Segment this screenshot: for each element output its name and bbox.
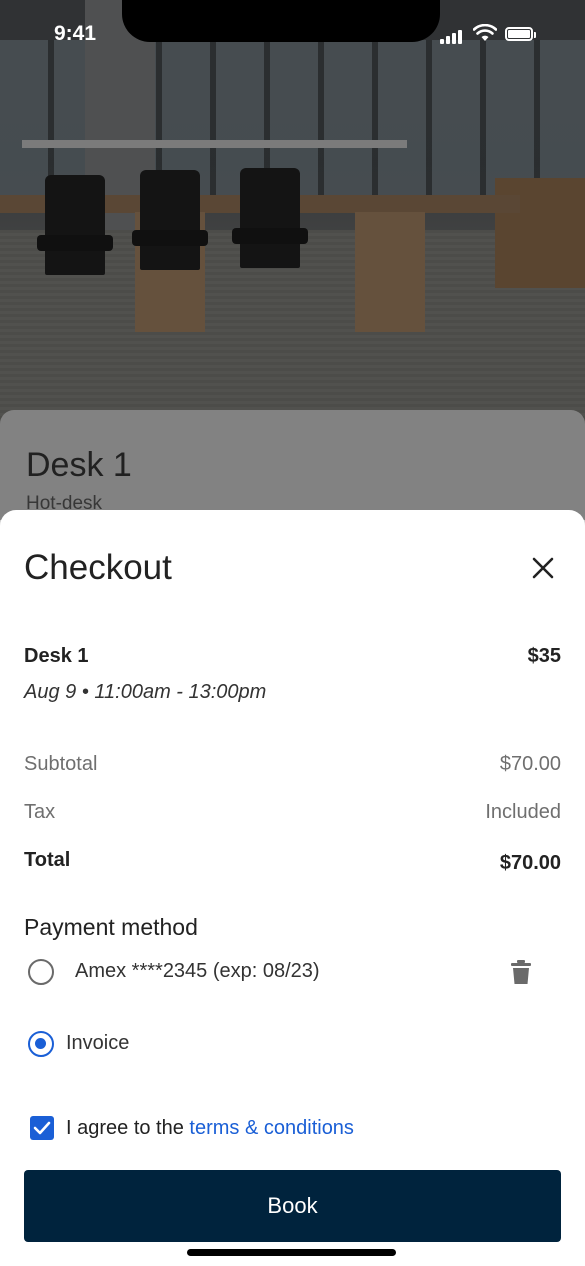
close-icon[interactable] [528, 553, 558, 583]
tax-label: Tax [24, 801, 56, 823]
tax-value: Included [485, 801, 561, 823]
payment-method-title: Payment method [24, 914, 198, 940]
total-value: $70.00 [499, 852, 561, 874]
home-indicator [187, 1249, 396, 1256]
payment-radio-invoice[interactable] [28, 1031, 54, 1057]
terms-link[interactable]: terms & conditions [189, 1117, 354, 1139]
checkout-sheet: Checkout Desk 1 $35 Aug 9 • 11:00am - 13… [0, 510, 585, 1266]
cellular-signal-icon [440, 26, 464, 44]
agree-prefix: I agree to the [66, 1117, 190, 1139]
payment-radio-amex[interactable] [28, 959, 54, 985]
total-label: Total [24, 849, 71, 871]
wifi-icon [473, 24, 497, 41]
agree-text: I agree to the terms & conditions [66, 1117, 354, 1140]
trash-icon[interactable] [511, 960, 531, 984]
check-icon [33, 1121, 51, 1135]
book-button[interactable]: Book [24, 1170, 561, 1242]
agree-checkbox[interactable] [30, 1116, 54, 1140]
subtotal-label: Subtotal [24, 753, 98, 775]
item-price: $35 [527, 645, 561, 667]
notch [122, 0, 440, 42]
sheet-title: Checkout [24, 548, 172, 587]
status-time: 9:41 [54, 22, 97, 45]
modal-overlay[interactable] [0, 0, 585, 520]
battery-icon [505, 27, 536, 41]
payment-option-amex-label[interactable]: Amex ****2345 (exp: 08/23) [75, 960, 320, 983]
status-bar: 9:41 [0, 0, 585, 70]
item-name: Desk 1 [24, 645, 89, 667]
item-datetime: Aug 9 • 11:00am - 13:00pm [24, 681, 267, 703]
subtotal-value: $70.00 [499, 753, 561, 775]
payment-option-invoice-label[interactable]: Invoice [66, 1032, 129, 1055]
